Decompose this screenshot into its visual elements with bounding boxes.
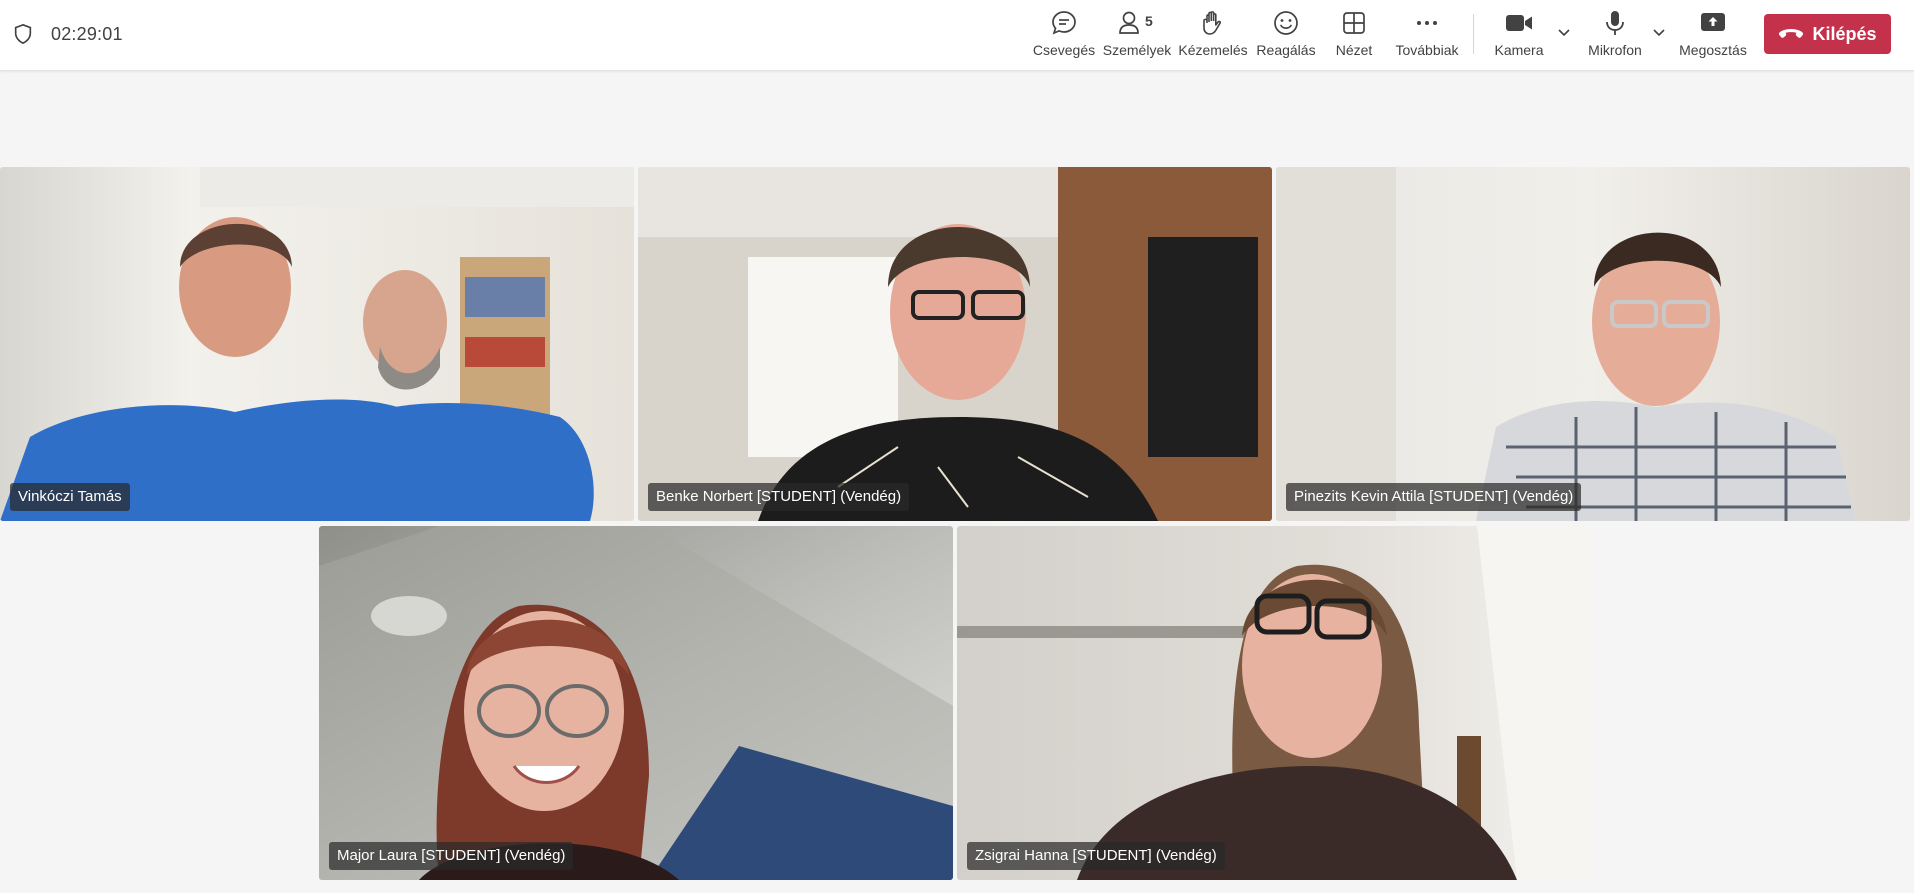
view-button[interactable]: Nézet xyxy=(1330,6,1378,66)
more-button[interactable]: Továbbiak xyxy=(1393,6,1461,66)
meeting-toolbar: 02:29:01 Csevegés 5 Személyek Kézemelés … xyxy=(0,0,1914,71)
more-icon xyxy=(1413,6,1441,40)
camera-button[interactable]: Kamera xyxy=(1492,6,1546,66)
mic-button[interactable]: Mikrofon xyxy=(1585,6,1645,66)
participant-video xyxy=(638,167,1272,521)
people-count: 5 xyxy=(1145,13,1153,29)
mic-label: Mikrofon xyxy=(1588,42,1642,58)
react-button[interactable]: Reagálás xyxy=(1255,6,1317,66)
grid-icon xyxy=(1341,6,1367,40)
camera-label: Kamera xyxy=(1494,42,1544,58)
participant-video-tile[interactable]: Pinezits Kevin Attila [STUDENT] (Vendég) xyxy=(1276,167,1910,521)
participant-video xyxy=(957,526,1591,880)
phone-hangup-icon xyxy=(1779,29,1804,38)
participant-name: Vinkóczi Tamás xyxy=(10,483,130,511)
camera-icon xyxy=(1504,6,1534,40)
shield-icon[interactable] xyxy=(12,23,34,45)
camera-options-chevron-icon[interactable] xyxy=(1556,24,1572,40)
mic-icon xyxy=(1602,6,1628,40)
participant-video xyxy=(1276,167,1910,521)
participant-name: Major Laura [STUDENT] (Vendég) xyxy=(329,842,574,870)
participant-name: Benke Norbert [STUDENT] (Vendég) xyxy=(648,483,910,511)
share-icon xyxy=(1699,6,1727,40)
smile-icon xyxy=(1272,6,1300,40)
leave-label: Kilépés xyxy=(1812,23,1877,44)
participant-name: Pinezits Kevin Attila [STUDENT] (Vendég) xyxy=(1286,483,1582,511)
share-label: Megosztás xyxy=(1679,42,1747,58)
meeting-timer: 02:29:01 xyxy=(51,24,123,44)
hand-icon xyxy=(1199,6,1227,40)
react-label: Reagálás xyxy=(1256,42,1316,58)
participant-name: Zsigrai Hanna [STUDENT] (Vendég) xyxy=(967,842,1225,870)
chat-icon xyxy=(1050,6,1078,40)
mic-options-chevron-icon[interactable] xyxy=(1651,24,1667,40)
people-button[interactable]: 5 Személyek xyxy=(1102,6,1172,66)
chat-label: Csevegés xyxy=(1032,42,1096,58)
raise-hand-label: Kézemelés xyxy=(1178,42,1248,58)
raise-hand-button[interactable]: Kézemelés xyxy=(1178,6,1248,66)
participant-video xyxy=(0,167,634,521)
participant-video xyxy=(319,526,953,880)
more-label: Továbbiak xyxy=(1395,42,1459,58)
people-label: Személyek xyxy=(1102,42,1172,58)
people-icon: 5 xyxy=(1117,6,1157,40)
toolbar-divider xyxy=(1473,14,1474,54)
view-label: Nézet xyxy=(1335,42,1373,58)
participant-video-tile[interactable]: Major Laura [STUDENT] (Vendég) xyxy=(319,526,953,880)
participant-video-tile[interactable]: Zsigrai Hanna [STUDENT] (Vendég) xyxy=(957,526,1591,880)
share-button[interactable]: Megosztás xyxy=(1679,6,1747,66)
participant-video-tile[interactable]: Benke Norbert [STUDENT] (Vendég) xyxy=(638,167,1272,521)
chat-button[interactable]: Csevegés xyxy=(1033,6,1095,66)
leave-button[interactable]: Kilépés xyxy=(1764,14,1891,54)
participant-video-tile[interactable]: Vinkóczi Tamás xyxy=(0,167,634,521)
